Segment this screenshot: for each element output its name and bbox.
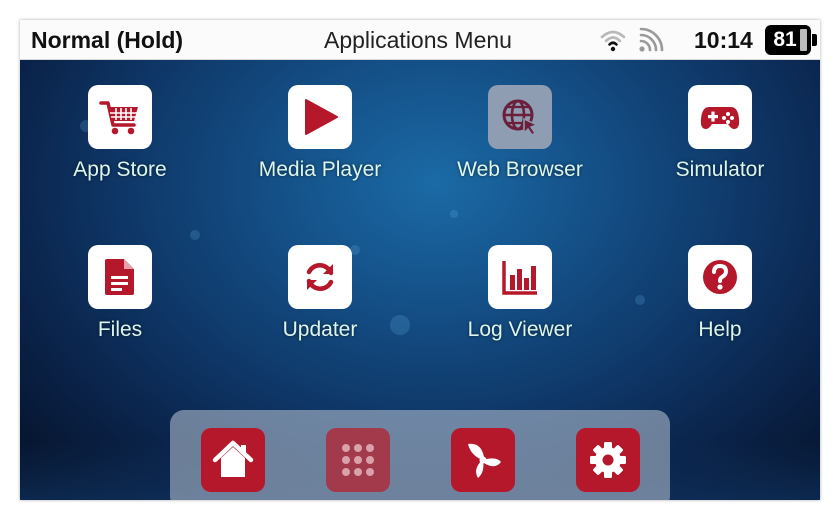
home-button[interactable] <box>201 428 265 492</box>
app-label: Log Viewer <box>467 318 573 341</box>
home-icon <box>212 440 254 477</box>
gear-icon <box>590 442 626 478</box>
shopping-cart-icon <box>99 101 138 135</box>
files-launcher[interactable]: Files <box>35 245 205 355</box>
settings-button[interactable] <box>576 428 640 492</box>
app-store-launcher[interactable]: App Store <box>35 85 205 195</box>
files-tile[interactable] <box>88 245 152 309</box>
battery-terminal <box>812 34 817 46</box>
fan-button[interactable] <box>451 428 515 492</box>
battery-fill <box>800 29 807 51</box>
app-label: Media Player <box>258 158 382 181</box>
battery-level: 81 <box>773 28 797 51</box>
log-viewer-launcher[interactable]: Log Viewer <box>435 245 605 355</box>
media-player-launcher[interactable]: Media Player <box>235 85 405 195</box>
gamepad-icon <box>700 107 740 129</box>
app-store-tile[interactable] <box>88 85 152 149</box>
document-icon <box>105 259 134 295</box>
refresh-icon <box>306 263 334 291</box>
cast-signal-icon <box>639 27 664 52</box>
log-viewer-tile[interactable] <box>488 245 552 309</box>
wifi-icon <box>600 30 626 52</box>
app-label: Updater <box>282 318 358 341</box>
updater-tile[interactable] <box>288 245 352 309</box>
app-grid-button[interactable] <box>326 428 390 492</box>
fan-icon <box>468 443 501 478</box>
desktop-background: App Store Media Player Web Browser Simul… <box>20 60 820 500</box>
web-browser-launcher[interactable]: Web Browser <box>435 85 605 195</box>
status-bar: Normal (Hold) Applications Menu 10:14 81 <box>20 20 820 60</box>
battery-indicator: 81 <box>765 25 817 55</box>
help-launcher[interactable]: Help <box>635 245 805 355</box>
globe-cursor-icon <box>502 99 540 137</box>
app-label: Web Browser <box>457 158 583 181</box>
simulator-launcher[interactable]: Simulator <box>635 85 805 195</box>
updater-launcher[interactable]: Updater <box>235 245 405 355</box>
app-label: Simulator <box>675 158 765 181</box>
dock <box>170 410 670 500</box>
app-grid-icon <box>342 444 374 476</box>
mode-indicator: Normal (Hold) <box>31 27 184 53</box>
web-browser-tile[interactable] <box>488 85 552 149</box>
play-icon <box>305 99 338 135</box>
help-tile[interactable] <box>688 245 752 309</box>
media-player-tile[interactable] <box>288 85 352 149</box>
bar-chart-icon <box>502 261 537 295</box>
simulator-tile[interactable] <box>688 85 752 149</box>
app-label: Files <box>97 318 143 341</box>
bokeh-light <box>450 210 458 218</box>
clock: 10:14 <box>694 27 753 53</box>
app-label: Help <box>698 318 742 341</box>
help-circle-icon <box>703 260 737 294</box>
screen-title: Applications Menu <box>324 27 512 53</box>
app-label: App Store <box>73 158 167 181</box>
device-screen: Normal (Hold) Applications Menu 10:14 81 <box>20 20 820 500</box>
bokeh-light <box>190 230 200 240</box>
